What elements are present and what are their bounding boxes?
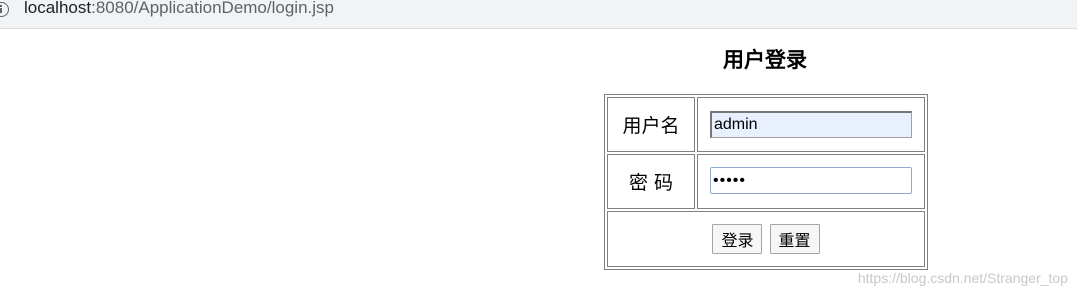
password-cell [697,154,925,209]
password-label: 密 码 [607,154,695,209]
username-label: 用户名 [607,97,695,152]
buttons-cell: 登录 重置 [607,211,925,267]
login-table: 用户名 密 码 登录 重置 [604,94,928,270]
password-input[interactable] [710,167,912,194]
url-text[interactable]: localhost:8080/ApplicationDemo/login.jsp [24,0,334,19]
buttons-row: 登录 重置 [607,211,925,267]
info-icon[interactable] [0,2,9,17]
reset-button[interactable]: 重置 [769,224,820,254]
address-bar[interactable]: localhost:8080/ApplicationDemo/login.jsp [0,0,1077,29]
page-title: 用户登录 [723,48,807,72]
page: localhost:8080/ApplicationDemo/login.jsp… [0,0,1077,297]
username-cell [697,97,925,152]
password-row: 密 码 [607,154,925,209]
username-row: 用户名 [607,97,925,152]
username-input[interactable] [710,111,912,138]
watermark: https://blog.csdn.net/Stranger_top [857,270,1068,286]
url-host: localhost [24,0,92,17]
url-path: :8080/ApplicationDemo/login.jsp [91,0,334,17]
login-button[interactable]: 登录 [712,224,763,254]
